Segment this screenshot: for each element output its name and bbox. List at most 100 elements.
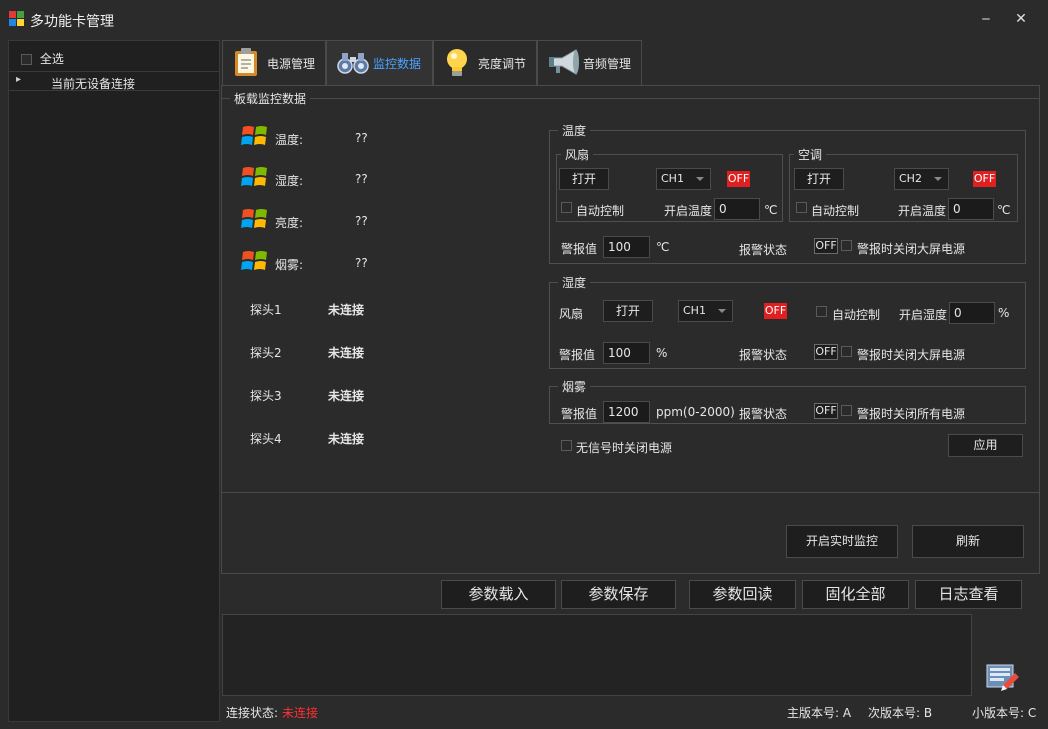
probe-2-status: 未连接 bbox=[328, 346, 365, 360]
humidity-auto-checkbox[interactable] bbox=[816, 306, 827, 317]
tree-node-label: 当前无设备连接 bbox=[51, 77, 136, 91]
ac-start-temp-label: 开启温度 bbox=[898, 204, 947, 218]
connection-status-label: 连接状态: bbox=[226, 706, 279, 720]
temp-alarm-status-badge: OFF bbox=[814, 238, 838, 254]
clear-log-icon[interactable] bbox=[985, 663, 1021, 695]
tab-power[interactable]: 电源管理 bbox=[222, 40, 326, 85]
tab-brightness-label: 亮度调节 bbox=[478, 57, 527, 71]
ac-open-button[interactable]: 打开 bbox=[794, 168, 844, 190]
humidity-state-badge: OFF bbox=[764, 303, 787, 319]
app-icon bbox=[9, 11, 25, 27]
no-signal-checkbox[interactable] bbox=[561, 440, 572, 451]
temp-alarm-input[interactable]: 100 bbox=[603, 236, 650, 258]
humidity-alarm-input[interactable]: 100 bbox=[603, 342, 650, 364]
humidity-channel-select[interactable]: CH1 bbox=[678, 300, 733, 322]
ac-start-temp-input[interactable]: 0 bbox=[948, 198, 994, 220]
fan-start-temp-input[interactable]: 0 bbox=[714, 198, 760, 220]
humidity-auto-label: 自动控制 bbox=[832, 308, 881, 322]
humidity-group-title: 湿度 bbox=[558, 274, 591, 291]
windows-flag-icon bbox=[241, 126, 267, 145]
probe-1-label: 探头1 bbox=[250, 303, 282, 317]
smoke-alarm-status-badge: OFF bbox=[814, 403, 838, 419]
select-all-row[interactable]: 全选 bbox=[21, 50, 64, 67]
humidity-start-unit: % bbox=[998, 306, 1010, 320]
fan-channel-select[interactable]: CH1 bbox=[656, 168, 711, 190]
window-title: 多功能卡管理 bbox=[30, 14, 114, 30]
smoke-cut-power-label: 警报时关闭所有电源 bbox=[857, 407, 966, 421]
fan-group-title: 风扇 bbox=[561, 146, 594, 163]
smoke-alarm-unit: ppm(0-2000) bbox=[656, 405, 735, 419]
fan-start-temp-unit: ℃ bbox=[764, 203, 778, 217]
select-all-label: 全选 bbox=[39, 52, 64, 66]
humidity-start-input[interactable]: 0 bbox=[949, 302, 995, 324]
ac-channel-select[interactable]: CH2 bbox=[894, 168, 949, 190]
device-tree-panel: 全选 ▸ 当前无设备连接 bbox=[8, 40, 220, 722]
param-save-button[interactable]: 参数保存 bbox=[561, 580, 676, 609]
start-monitor-button[interactable]: 开启实时监控 bbox=[786, 525, 898, 558]
expand-arrow-icon[interactable]: ▸ bbox=[16, 74, 21, 85]
temp-alarm-unit: ℃ bbox=[656, 240, 670, 254]
tab-audio[interactable]: 音频管理 bbox=[537, 40, 642, 85]
solidify-all-button[interactable]: 固化全部 bbox=[802, 580, 909, 609]
windows-flag-icon bbox=[241, 251, 267, 270]
humidity-alarm-status-badge: OFF bbox=[814, 344, 838, 360]
humidity-fan-label: 风扇 bbox=[559, 307, 584, 321]
param-readback-button[interactable]: 参数回读 bbox=[689, 580, 796, 609]
tree-node[interactable]: ▸ 当前无设备连接 bbox=[9, 71, 219, 91]
smoke-alarm-status-label: 报警状态 bbox=[739, 407, 788, 421]
probe-3-status: 未连接 bbox=[328, 389, 365, 403]
probe-4-status: 未连接 bbox=[328, 432, 365, 446]
fan-state-badge: OFF bbox=[727, 171, 750, 187]
no-signal-label: 无信号时关闭电源 bbox=[576, 441, 673, 455]
humidity-open-button[interactable]: 打开 bbox=[603, 300, 653, 322]
probe-3-label: 探头3 bbox=[250, 389, 282, 403]
clipboard-icon bbox=[235, 48, 257, 76]
minor-version: 次版本号: B bbox=[868, 706, 933, 720]
smoke-cut-power-checkbox[interactable] bbox=[841, 405, 852, 416]
humidity-alarm-unit: % bbox=[656, 346, 668, 360]
temperature-group-title: 温度 bbox=[558, 122, 591, 139]
humidity-cut-power-checkbox[interactable] bbox=[841, 346, 852, 357]
apply-button[interactable]: 应用 bbox=[948, 434, 1023, 457]
title-bar: 多功能卡管理 ‒ ✕ bbox=[0, 0, 1048, 38]
humidity-start-label: 开启湿度 bbox=[899, 308, 948, 322]
refresh-button[interactable]: 刷新 bbox=[912, 525, 1024, 558]
temp-cut-power-label: 警报时关闭大屏电源 bbox=[857, 242, 966, 256]
temp-alarm-status-label: 报警状态 bbox=[739, 243, 788, 257]
smoke-alarm-input[interactable]: 1200 bbox=[603, 401, 650, 423]
humidity-alarm-label: 警报值 bbox=[559, 348, 596, 362]
minimize-button[interactable]: ‒ bbox=[973, 9, 999, 29]
temp-cut-power-checkbox[interactable] bbox=[841, 240, 852, 251]
sensor-brightness-label: 亮度: bbox=[275, 216, 304, 230]
fan-start-temp-label: 开启温度 bbox=[664, 204, 713, 218]
sensor-smoke-label: 烟雾: bbox=[275, 258, 304, 272]
tab-brightness[interactable]: 亮度调节 bbox=[433, 40, 537, 85]
ac-auto-checkbox[interactable] bbox=[796, 202, 807, 213]
megaphone-icon bbox=[549, 49, 579, 75]
view-log-button[interactable]: 日志查看 bbox=[915, 580, 1022, 609]
humidity-cut-power-label: 警报时关闭大屏电源 bbox=[857, 348, 966, 362]
probe-2-label: 探头2 bbox=[250, 346, 282, 360]
fan-auto-label: 自动控制 bbox=[576, 204, 625, 218]
tab-monitor[interactable]: 监控数据 bbox=[326, 40, 433, 85]
major-version: 主版本号: A bbox=[787, 706, 852, 720]
select-all-checkbox[interactable] bbox=[21, 54, 32, 65]
ac-auto-label: 自动控制 bbox=[811, 204, 860, 218]
sensor-temperature-value: ?? bbox=[355, 131, 368, 145]
fan-open-button[interactable]: 打开 bbox=[559, 168, 609, 190]
smoke-group-title: 烟雾 bbox=[558, 378, 591, 395]
binoculars-icon bbox=[337, 53, 369, 74]
param-load-button[interactable]: 参数载入 bbox=[441, 580, 556, 609]
fan-auto-checkbox[interactable] bbox=[561, 202, 572, 213]
ac-state-badge: OFF bbox=[973, 171, 996, 187]
smoke-alarm-label: 警报值 bbox=[561, 407, 598, 421]
tab-monitor-label: 监控数据 bbox=[373, 57, 422, 71]
temp-alarm-label: 警报值 bbox=[561, 242, 598, 256]
close-button[interactable]: ✕ bbox=[1008, 9, 1034, 29]
probe-1-status: 未连接 bbox=[328, 303, 365, 317]
tab-audio-label: 音频管理 bbox=[583, 57, 632, 71]
log-output-area[interactable] bbox=[222, 614, 972, 696]
windows-flag-icon bbox=[241, 209, 267, 228]
humidity-alarm-status-label: 报警状态 bbox=[739, 348, 788, 362]
tab-power-label: 电源管理 bbox=[267, 57, 316, 71]
